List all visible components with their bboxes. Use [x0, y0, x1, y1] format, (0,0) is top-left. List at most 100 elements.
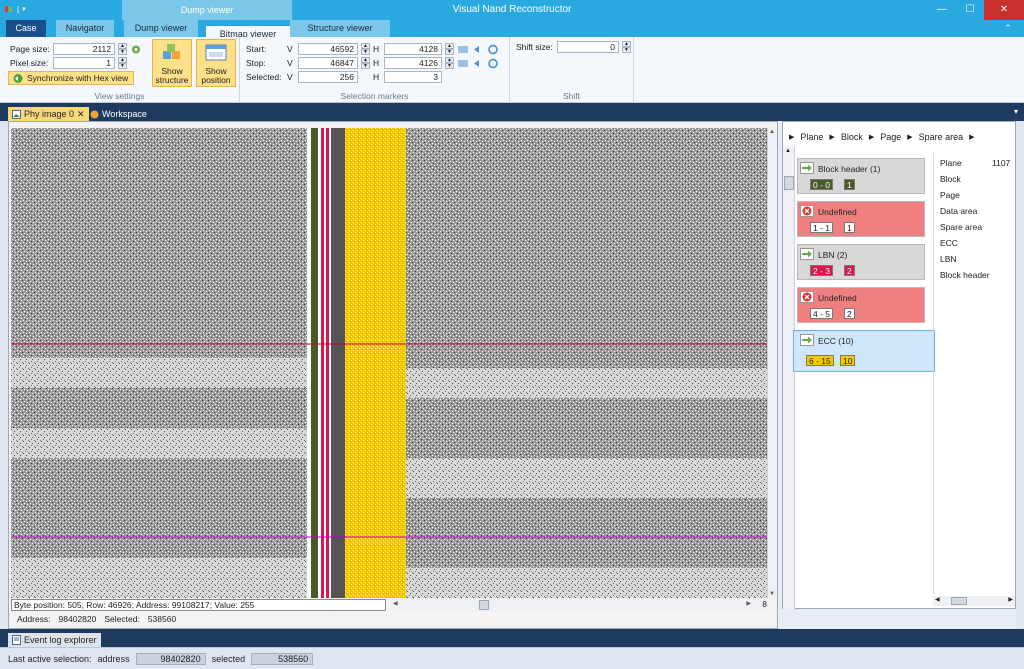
ribbon: Page size: 2112 ▲ ▼ Pixel size: 1 ▲ ▼ Sync… — [0, 37, 1024, 103]
card-lbn[interactable]: LBN (2) 2 - 3 2 — [797, 244, 925, 280]
field-ecc[interactable]: ECC — [940, 238, 958, 248]
close-tab-icon[interactable]: ✕ — [77, 107, 85, 121]
selected-label: Selected: — [246, 72, 282, 82]
stop-v-input[interactable]: 46847 — [298, 57, 358, 69]
field-list-scrollbar[interactable]: ◀ ▶ — [933, 596, 1015, 606]
start-v-spinner[interactable]: ▲ ▼ — [361, 43, 370, 55]
address-label: Address: — [17, 614, 51, 624]
bitmap-horizontal-scrollbar[interactable]: ◀ ▶ 8 — [391, 599, 767, 611]
fields-scroll-thumb[interactable] — [951, 597, 967, 605]
minimize-button[interactable]: — — [928, 0, 956, 20]
card-title: ECC (10) — [818, 336, 854, 346]
event-log-label: Event log explorer — [24, 635, 97, 645]
synchronize-hex-view-button[interactable]: Synchronize with Hex view — [8, 71, 134, 85]
breadcrumb-page[interactable]: Page — [880, 132, 901, 142]
error-x-icon — [800, 291, 814, 303]
stop-h-input[interactable]: 4126 — [384, 57, 442, 69]
page-size-spinner[interactable]: ▲ ▼ — [118, 43, 127, 55]
field-page[interactable]: Page — [940, 190, 960, 200]
field-plane[interactable]: Plane — [940, 158, 962, 168]
start-h-spinner[interactable]: ▲ ▼ — [445, 43, 454, 55]
stop-jump-icon[interactable] — [457, 58, 469, 69]
shift-size-spinner[interactable]: ▲ ▼ — [622, 41, 631, 53]
last-selection-label: Last active selection: — [8, 653, 92, 664]
breadcrumb-sep-icon: ▶ — [829, 134, 835, 141]
struct-scroll-up-icon[interactable]: ▲ — [785, 148, 791, 154]
tab-navigator[interactable]: Navigator — [56, 20, 114, 37]
close-button[interactable]: ✕ — [984, 0, 1024, 20]
shift-size-input[interactable]: 0 — [557, 41, 619, 53]
maximize-button[interactable]: ☐ — [956, 0, 984, 20]
breadcrumb-next-icon[interactable]: ▶ — [969, 133, 974, 141]
hscroll-thumb[interactable] — [479, 600, 489, 610]
fields-scroll-right-icon[interactable]: ▶ — [1008, 596, 1013, 603]
page-size-input[interactable]: 2112 — [53, 43, 115, 55]
scroll-left-icon[interactable]: ◀ — [393, 600, 398, 607]
status-address-value: 98402820 — [135, 652, 206, 665]
settings-gear-icon[interactable] — [130, 44, 142, 55]
card-ecc[interactable]: ECC (10) 6 - 15 10 — [793, 330, 935, 372]
stop-refresh-icon[interactable] — [487, 58, 499, 69]
stop-go-icon[interactable] — [472, 58, 484, 69]
breadcrumb-spare-area[interactable]: Spare area — [919, 132, 964, 142]
scroll-right-icon[interactable]: ▶ — [746, 600, 751, 607]
field-block-header[interactable]: Block header — [940, 270, 990, 280]
marker-refresh-icon[interactable] — [487, 44, 499, 55]
breadcrumb-block[interactable]: Block — [841, 132, 863, 142]
stop-v-spinner[interactable]: ▲ ▼ — [361, 57, 370, 69]
card-block-header[interactable]: Block header (1) 0 - 0 1 — [797, 158, 925, 194]
pixel-size-input[interactable]: 1 — [53, 57, 115, 69]
structure-scrollbar[interactable]: ▲ — [783, 146, 795, 610]
shift-label: Shift — [562, 91, 580, 101]
arrow-right-icon — [800, 162, 814, 174]
scroll-up-icon[interactable]: ▲ — [769, 129, 775, 135]
marker-go-icon[interactable] — [472, 44, 484, 55]
tabs-dropdown-icon[interactable]: ▾ — [1014, 107, 1018, 116]
start-h-input[interactable]: 4128 — [384, 43, 442, 55]
card-title: Undefined — [818, 207, 857, 217]
address-line: Address: 98402820 Selected: 538560 — [17, 614, 176, 624]
pixel-size-spinner[interactable]: ▲ ▼ — [118, 57, 127, 69]
card-title: Block header (1) — [818, 164, 881, 174]
selection-markers-label: Selection markers — [340, 91, 409, 101]
field-spare-area[interactable]: Spare area — [940, 222, 982, 232]
tab-phy-image[interactable]: Phy image 0 ✕ — [8, 107, 89, 121]
start-v-input[interactable]: 46592 — [298, 43, 358, 55]
ribbon-collapse-icon[interactable]: ⌃ — [1002, 20, 1014, 37]
status-selected-label: selected — [211, 653, 246, 664]
bitmap-canvas[interactable] — [11, 128, 767, 598]
field-lbn[interactable]: LBN — [940, 254, 957, 264]
tab-event-log-explorer[interactable]: Event log explorer — [8, 633, 101, 647]
card-range: 2 - 3 — [810, 265, 834, 276]
breadcrumb-plane[interactable]: Plane — [800, 132, 823, 142]
field-data-area[interactable]: Data area — [940, 206, 977, 216]
bitmap-vertical-scrollbar[interactable]: ▲ ▼ — [767, 128, 777, 598]
card-undefined-1[interactable]: Undefined 1 - 1 1 — [797, 201, 925, 237]
selected-v-value: 256 — [298, 71, 358, 83]
show-position-button[interactable]: Show position — [196, 39, 236, 87]
start-h-label: H — [373, 44, 380, 54]
selection-markers-group: Start: V 46592 ▲ ▼ H 4128 ▲ ▼ Stop: V 4684… — [240, 37, 510, 103]
stop-h-spinner[interactable]: ▲ ▼ — [445, 57, 454, 69]
show-structure-button[interactable]: Show structure — [152, 39, 192, 87]
scroll-down-icon[interactable]: ▼ — [769, 591, 775, 597]
address-value: 98402820 — [58, 614, 97, 624]
structure-scroll-thumb[interactable] — [784, 176, 794, 190]
stop-h-label: H — [373, 58, 380, 68]
marker-jump-icon[interactable] — [457, 44, 469, 55]
card-count: 2 — [844, 308, 855, 319]
card-range: 6 - 15 — [806, 355, 834, 366]
breadcrumb-root-icon[interactable]: ▶ — [789, 133, 794, 141]
tab-case[interactable]: Case — [6, 20, 46, 37]
tab-phy-image-label: Phy image 0 — [24, 109, 75, 119]
field-block[interactable]: Block — [940, 174, 961, 184]
tab-workspace[interactable]: Workspace — [86, 107, 151, 121]
tab-structure-viewer[interactable]: Structure viewer — [290, 20, 390, 37]
card-undefined-2[interactable]: Undefined 4 - 5 2 — [797, 287, 925, 323]
fields-scroll-left-icon[interactable]: ◀ — [935, 596, 940, 603]
card-range: 4 - 5 — [810, 308, 834, 319]
selected-h-value: 3 — [384, 71, 442, 83]
tab-dump-viewer[interactable]: Dump viewer — [124, 20, 198, 37]
pixel-size-label: Pixel size: — [10, 58, 49, 68]
selected-v-label: V — [287, 72, 293, 82]
